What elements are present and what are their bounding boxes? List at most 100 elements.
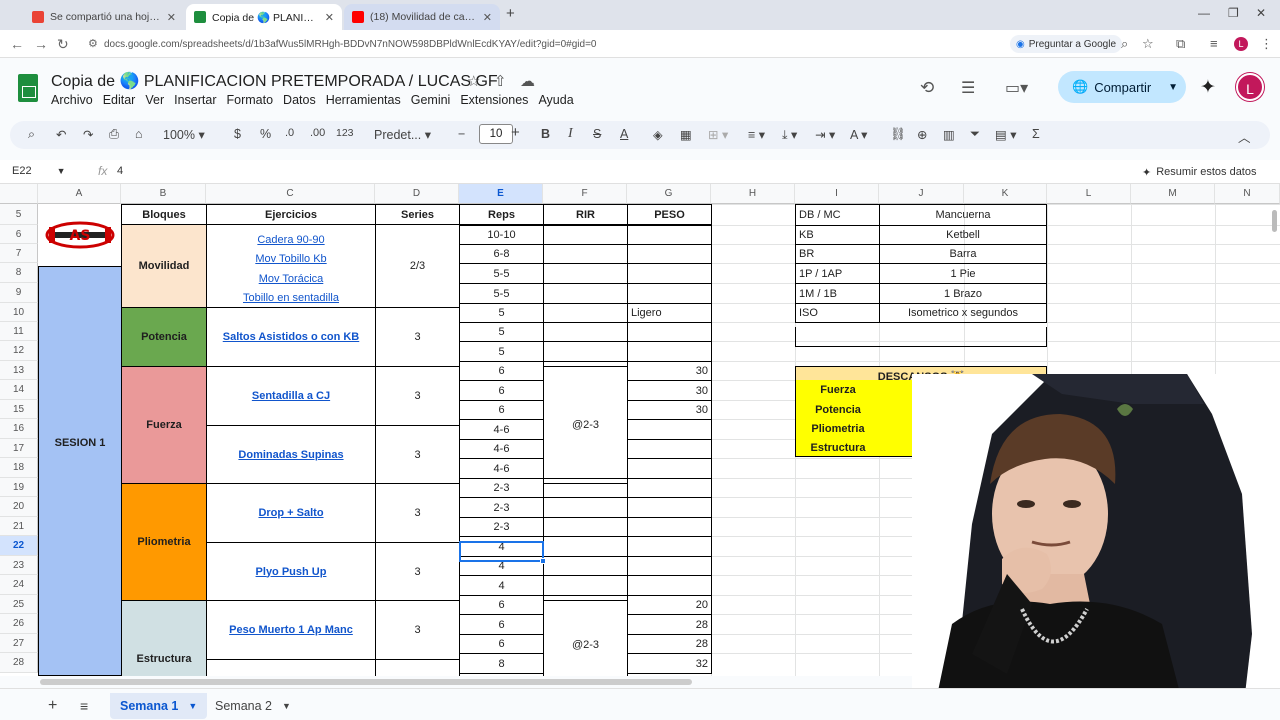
legend-meaning[interactable]: Isometrico x segundos [879, 303, 1047, 323]
column-header[interactable]: C [206, 184, 375, 204]
increase-font-size-icon[interactable]: + [511, 124, 520, 141]
exercise-plyo-push-up[interactable]: Plyo Push Up [206, 542, 376, 601]
row-header[interactable]: 20 [0, 497, 38, 517]
row-header[interactable]: 21 [0, 517, 38, 536]
insert-comment-icon[interactable]: ⊕ [917, 127, 927, 142]
minimize-icon[interactable]: — [1198, 6, 1210, 20]
menu-gemini[interactable]: Gemini [411, 93, 451, 107]
peso-cell[interactable] [627, 497, 712, 518]
legend-meaning[interactable]: Barra [879, 244, 1047, 264]
star-icon[interactable]: ☆ [467, 72, 480, 90]
percent-format-button[interactable]: % [260, 127, 271, 141]
peso-cell[interactable]: 20 [627, 595, 712, 615]
ask-google-button[interactable]: ◉ Preguntar a Google [1010, 35, 1123, 53]
close-tab-icon[interactable]: ✕ [167, 11, 176, 24]
reps-cell[interactable]: 2-3 [459, 478, 544, 498]
reps-cell[interactable]: 2-3 [459, 497, 544, 518]
decrease-decimals-button[interactable]: .0 [285, 127, 294, 139]
legend-meaning[interactable]: Mancuerna [879, 204, 1047, 226]
row-header[interactable]: 16 [0, 419, 38, 439]
vertical-align-icon[interactable]: ⤓ ▾ [782, 127, 797, 143]
gemini-icon[interactable]: ✦ [1200, 76, 1216, 99]
header-ejercicios[interactable]: Ejercicios [206, 204, 376, 225]
column-header[interactable]: D [375, 184, 459, 204]
column-header[interactable]: M [1131, 184, 1215, 204]
row-header[interactable]: 7 [0, 244, 38, 263]
exercise-drop-salto[interactable]: Drop + Salto [206, 483, 376, 543]
reps-cell[interactable]: 10-10 [459, 225, 544, 245]
row-header[interactable]: 8 [0, 263, 38, 283]
rir-cell[interactable] [543, 556, 628, 576]
menu-formato[interactable]: Formato [227, 93, 274, 107]
bookmark-star-icon[interactable]: ☆ [1142, 36, 1154, 52]
print-icon[interactable]: ⎙ [109, 127, 119, 142]
header-reps[interactable]: Reps [459, 204, 544, 225]
zoom-icon[interactable]: ⌕ [1121, 36, 1128, 52]
peso-cell[interactable]: 30 [627, 361, 712, 381]
extensions-icon[interactable]: ⧉ [1176, 36, 1185, 52]
filter-icon[interactable]: ⏷ [970, 127, 980, 142]
collapse-toolbar-icon[interactable]: ︿ [1238, 127, 1251, 146]
session-cell[interactable]: SESION 1 [38, 266, 122, 676]
row-header[interactable]: 25 [0, 595, 38, 614]
menu-datos[interactable]: Datos [283, 93, 316, 107]
menu-ver[interactable]: Ver [145, 93, 164, 107]
descanso-label[interactable]: Estructura [795, 439, 880, 457]
search-menus-icon[interactable]: ⌕ [28, 127, 35, 142]
row-header[interactable]: 12 [0, 341, 38, 361]
menu-archivo[interactable]: Archivo [51, 93, 93, 107]
browser-tab-youtube[interactable]: (18) Movilidad de cadera 90-90 ✕ [344, 4, 500, 30]
reps-cell[interactable]: 6 [459, 400, 544, 420]
column-header[interactable]: N [1215, 184, 1280, 204]
peso-cell[interactable]: Ligero [627, 303, 712, 323]
block-movilidad[interactable]: Movilidad [121, 224, 207, 308]
row-header[interactable]: 14 [0, 380, 38, 400]
name-box[interactable]: E22 ▼ [12, 165, 66, 177]
filter-views-icon[interactable]: ▤ ▾ [995, 127, 1017, 142]
row-header[interactable]: 5 [0, 204, 38, 225]
select-all-corner[interactable] [0, 184, 38, 204]
insert-chart-icon[interactable]: ▥ [943, 127, 955, 142]
reps-cell[interactable]: 4-6 [459, 458, 544, 479]
merge-cells-icon[interactable]: ⊞ ▾ [708, 127, 728, 142]
series-sentadilla[interactable]: 3 [375, 366, 460, 426]
rir-cell[interactable] [543, 263, 628, 284]
text-wrap-icon[interactable]: ⇥ ▾ [815, 127, 835, 142]
back-icon[interactable]: ← [10, 36, 24, 52]
legend-abbr[interactable]: ISO [795, 303, 880, 323]
header-rir[interactable]: RIR [543, 204, 628, 225]
row-header[interactable]: 22 [0, 536, 38, 556]
font-family-select[interactable]: Predet... ▾ [374, 127, 431, 142]
rir-cell[interactable] [543, 244, 628, 264]
peso-cell[interactable] [627, 263, 712, 284]
chevron-down-icon[interactable]: ▼ [282, 701, 291, 711]
more-formats-button[interactable]: 123 [336, 127, 354, 139]
reps-cell[interactable]: 4 [459, 575, 544, 596]
strikethrough-icon[interactable]: S [593, 127, 601, 141]
row-header[interactable]: 17 [0, 439, 38, 458]
column-header[interactable]: H [711, 184, 795, 204]
peso-cell[interactable] [627, 322, 712, 342]
comments-icon[interactable]: ☰ [961, 78, 975, 98]
column-header[interactable]: I [795, 184, 879, 204]
reading-list-icon[interactable]: ≡ [1210, 36, 1218, 51]
chevron-down-icon[interactable]: ▼ [1168, 82, 1178, 93]
descanso-label[interactable]: Pliometria [795, 419, 880, 439]
reps-cell[interactable]: 5 [459, 322, 544, 342]
legend-abbr[interactable]: 1M / 1B [795, 283, 880, 304]
header-bloques[interactable]: Bloques [121, 204, 207, 225]
paint-format-icon[interactable]: ⌂ [135, 127, 143, 141]
exercise-dominadas[interactable]: Dominadas Supinas [206, 425, 376, 484]
menu-extensiones[interactable]: Extensiones [460, 93, 528, 107]
row-header[interactable]: 28 [0, 653, 38, 673]
document-title[interactable]: Copia de 🌎 PLANIFICACION PRETEMPORADA / … [51, 71, 498, 91]
horizontal-align-icon[interactable]: ≡ ▾ [748, 127, 765, 142]
rir-cell[interactable] [543, 517, 628, 537]
text-color-icon[interactable]: A [620, 127, 628, 141]
peso-cell[interactable] [627, 225, 712, 245]
row-header[interactable]: 26 [0, 614, 38, 634]
descanso-label[interactable]: Fuerza [795, 380, 880, 400]
column-header[interactable]: B [121, 184, 206, 204]
sheet-tab-semana-2[interactable]: Semana 2 ▼ [205, 693, 301, 719]
peso-cell[interactable] [627, 439, 712, 459]
